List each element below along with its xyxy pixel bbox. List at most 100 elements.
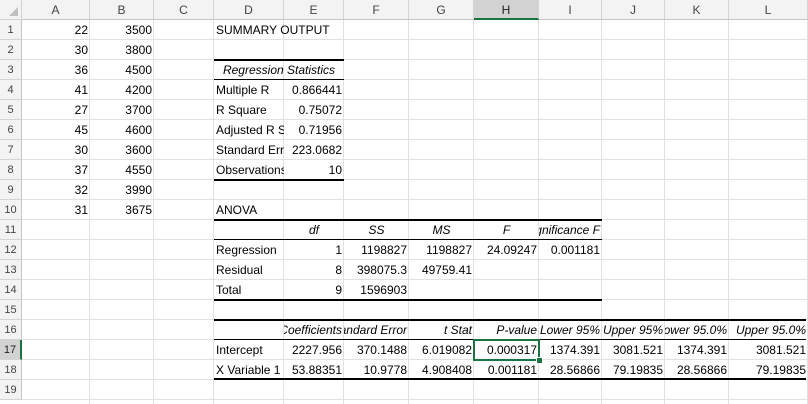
row-header-14[interactable]: 14 [0,280,22,300]
coefficients-value[interactable]: 1374.391 [539,340,602,360]
anova-row-label[interactable]: Regression [214,240,284,260]
row-header-18[interactable]: 18 [0,360,22,380]
coefficients-header-3[interactable]: P-value [474,320,539,340]
coefficients-value[interactable]: 3081.521 [602,340,665,360]
regression-stat-value[interactable]: 10 [284,160,344,180]
regression-stat-value[interactable]: 0.71956 [284,120,344,140]
cell-b10[interactable]: 3675 [90,200,154,220]
coefficients-value[interactable]: 4.908408 [409,360,474,380]
cell-b7[interactable]: 3600 [90,140,154,160]
coefficients-value[interactable]: 79.19835 [602,360,665,380]
cell-b9[interactable]: 3990 [90,180,154,200]
summary-output-title[interactable]: SUMMARY OUTPUT [214,20,409,40]
anova-f[interactable] [474,260,539,280]
coefficients-value[interactable]: 370.1488 [344,340,409,360]
cell-b6[interactable]: 4600 [90,120,154,140]
cell-a6[interactable]: 45 [22,120,90,140]
anova-significance-f[interactable] [539,280,602,300]
anova-title[interactable]: ANOVA [214,200,284,220]
anova-header-3[interactable]: F [474,220,539,240]
anova-row-label[interactable]: Total [214,280,284,300]
cell-b1[interactable]: 3500 [90,20,154,40]
anova-ms[interactable]: 49759.41 [409,260,474,280]
cell-a9[interactable]: 32 [22,180,90,200]
cell-b5[interactable]: 3700 [90,100,154,120]
cell-a1[interactable]: 22 [22,20,90,40]
column-header-k[interactable]: K [665,0,729,20]
anova-ss[interactable]: 1596903 [344,280,409,300]
cell-a10[interactable]: 31 [22,200,90,220]
row-header-16[interactable]: 16 [0,320,22,340]
row-header-3[interactable]: 3 [0,60,22,80]
coefficients-header-4[interactable]: Lower 95% [539,320,602,340]
anova-ss[interactable]: 398075.3 [344,260,409,280]
coefficients-value[interactable]: 79.19835 [729,360,808,380]
coefficients-value[interactable]: 28.56866 [665,360,729,380]
regression-stat-label[interactable]: Adjusted R Square [214,120,284,140]
regression-stat-value[interactable]: 0.75072 [284,100,344,120]
anova-header-2[interactable]: MS [409,220,474,240]
cell-b2[interactable]: 3800 [90,40,154,60]
column-header-f[interactable]: F [344,0,409,20]
row-header-4[interactable]: 4 [0,80,22,100]
column-header-b[interactable]: B [90,0,154,20]
row-header-15[interactable]: 15 [0,300,22,320]
row-header-7[interactable]: 7 [0,140,22,160]
regression-stat-label[interactable]: Multiple R [214,80,284,100]
row-header-6[interactable]: 6 [0,120,22,140]
regression-stat-label[interactable]: Standard Error [214,140,284,160]
regression-stat-label[interactable]: Observations [214,160,284,180]
column-header-e[interactable]: E [284,0,344,20]
column-header-g[interactable]: G [409,0,474,20]
row-header-13[interactable]: 13 [0,260,22,280]
coefficients-value[interactable]: 6.019082 [409,340,474,360]
row-header-9[interactable]: 9 [0,180,22,200]
coefficients-header-7[interactable]: Upper 95.0% [729,320,808,340]
row-header-12[interactable]: 12 [0,240,22,260]
cell-a4[interactable]: 41 [22,80,90,100]
coefficients-header-5[interactable]: Upper 95% [602,320,665,340]
anova-row-label[interactable]: Residual [214,260,284,280]
coefficients-value[interactable]: 2227.956 [284,340,344,360]
row-header-17[interactable]: 17 [0,340,22,360]
cell-b8[interactable]: 4550 [90,160,154,180]
active-cell-selection[interactable] [473,339,540,361]
coefficients-value[interactable]: 0.001181 [474,360,539,380]
coefficients-value[interactable]: 1374.391 [665,340,729,360]
column-header-h[interactable]: H [474,0,539,20]
anova-ms[interactable]: 1198827 [409,240,474,260]
cell-a7[interactable]: 30 [22,140,90,160]
cell-b4[interactable]: 4200 [90,80,154,100]
coefficients-row-label[interactable]: X Variable 1 [214,360,284,380]
anova-header-4[interactable]: Significance F [539,220,602,240]
coefficients-header-0[interactable]: Coefficients [284,320,344,340]
column-header-a[interactable]: A [22,0,90,20]
anova-df[interactable]: 8 [284,260,344,280]
anova-f[interactable] [474,280,539,300]
regression-stat-value[interactable]: 0.866441 [284,80,344,100]
coefficients-header-6[interactable]: Lower 95.0% [665,320,729,340]
column-header-d[interactable]: D [214,0,284,20]
coefficients-header-1[interactable]: Standard Error [344,320,409,340]
coefficients-value[interactable]: 3081.521 [729,340,808,360]
coefficients-value[interactable]: 28.56866 [539,360,602,380]
regression-stat-value[interactable]: 223.0682 [284,140,344,160]
anova-ms[interactable] [409,280,474,300]
column-header-c[interactable]: C [154,0,214,20]
anova-header-0[interactable]: df [284,220,344,240]
anova-header-1[interactable]: SS [344,220,409,240]
row-header-8[interactable]: 8 [0,160,22,180]
column-header-i[interactable]: I [539,0,602,20]
anova-significance-f[interactable] [539,260,602,280]
coefficients-row-label[interactable]: Intercept [214,340,284,360]
column-header-j[interactable]: J [602,0,665,20]
anova-significance-f[interactable]: 0.001181 [539,240,602,260]
select-all-button[interactable] [0,0,22,20]
anova-df[interactable]: 9 [284,280,344,300]
anova-df[interactable]: 1 [284,240,344,260]
coefficients-value[interactable]: 53.88351 [284,360,344,380]
cell-b3[interactable]: 4500 [90,60,154,80]
regression-stat-label[interactable]: R Square [214,100,284,120]
column-header-l[interactable]: L [729,0,808,20]
cell-a5[interactable]: 27 [22,100,90,120]
